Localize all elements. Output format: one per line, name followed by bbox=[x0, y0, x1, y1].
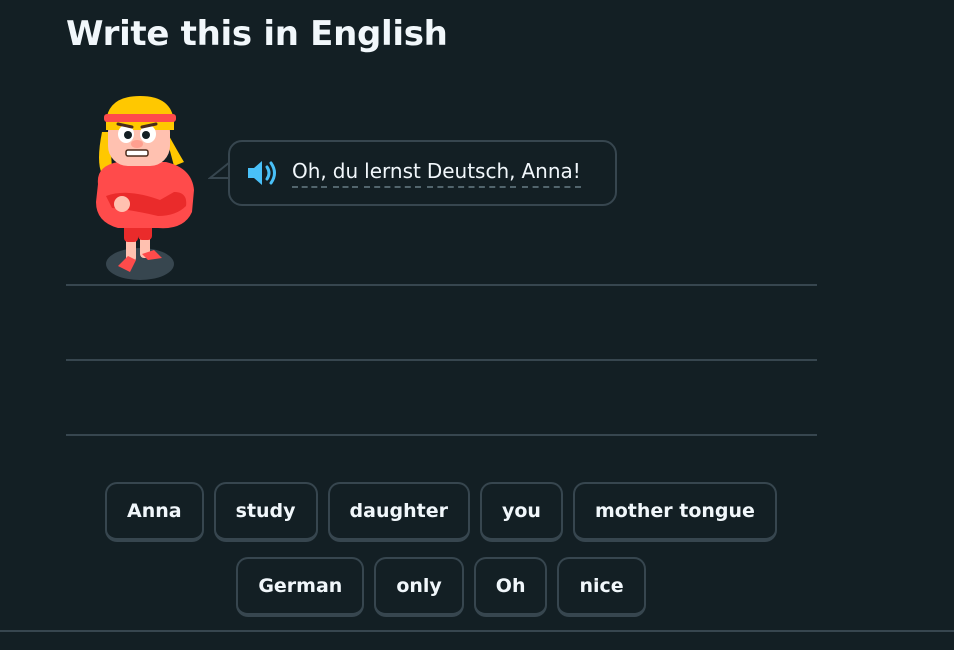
speech-bubble-tail bbox=[208, 160, 230, 182]
word-bank-row: German only Oh nice bbox=[0, 557, 918, 617]
prompt-word[interactable]: Anna! bbox=[521, 159, 581, 188]
word-chip-oh[interactable]: Oh bbox=[473, 557, 548, 617]
prompt-word[interactable]: Oh, bbox=[292, 159, 327, 188]
speech-bubble: Oh, du lernst Deutsch, Anna! bbox=[228, 140, 617, 206]
word-chip-daughter[interactable]: daughter bbox=[327, 482, 470, 542]
prompt-word[interactable]: lernst bbox=[364, 159, 421, 188]
word-chip-only[interactable]: only bbox=[374, 557, 464, 617]
prompt-sentence: Oh, du lernst Deutsch, Anna! bbox=[292, 159, 581, 188]
lesson-page: Write this in English Oh, du lernst Deut… bbox=[0, 0, 954, 650]
word-chip-you[interactable]: you bbox=[479, 482, 563, 542]
page-title: Write this in English bbox=[66, 14, 448, 54]
footer-divider bbox=[0, 630, 954, 632]
word-chip-mother-tongue[interactable]: mother tongue bbox=[572, 482, 777, 542]
word-chip-nice[interactable]: nice bbox=[557, 557, 646, 617]
character-illustration bbox=[96, 96, 194, 280]
word-chip-german[interactable]: German bbox=[236, 557, 365, 617]
prompt-word[interactable]: du bbox=[332, 159, 359, 188]
word-bank-row: Anna study daughter you mother tongue bbox=[0, 482, 918, 542]
word-chip-anna[interactable]: Anna bbox=[105, 482, 204, 542]
prompt-word[interactable]: Deutsch, bbox=[426, 159, 516, 188]
word-chip-study[interactable]: study bbox=[213, 482, 318, 542]
answer-line[interactable] bbox=[66, 284, 817, 286]
answer-line[interactable] bbox=[66, 434, 817, 436]
speaker-icon[interactable] bbox=[246, 158, 280, 188]
answer-line[interactable] bbox=[66, 359, 817, 361]
